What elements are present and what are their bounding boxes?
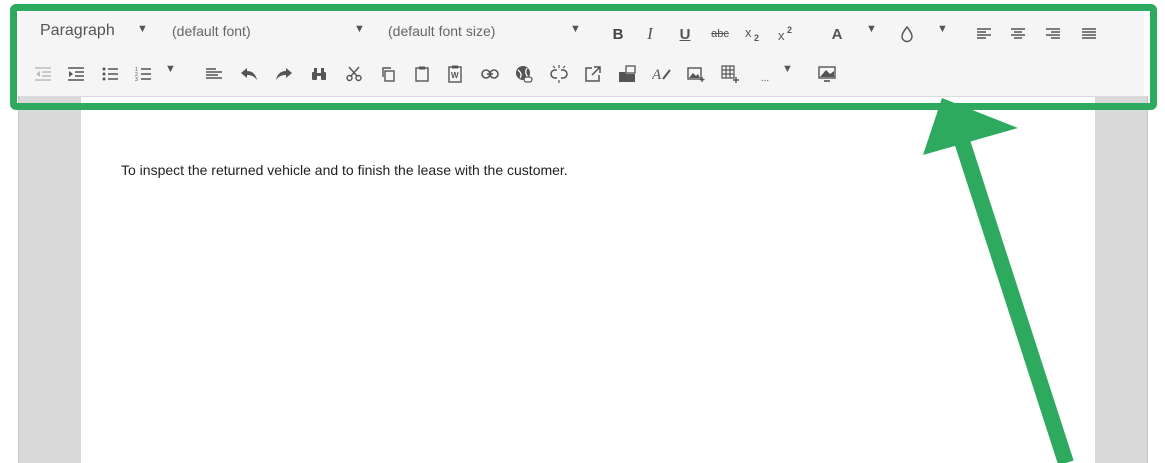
svg-text:x: x [745,25,752,40]
droplet-icon [901,25,913,43]
superscript-button[interactable]: x2 [775,20,799,48]
svg-text:2: 2 [754,33,759,43]
svg-text:2: 2 [787,25,792,35]
spellcheck-button[interactable]: A [651,60,673,88]
more-button[interactable]: ... [756,64,774,92]
copy-icon [382,67,395,82]
cut-button[interactable] [343,60,365,88]
table-icon [721,65,739,83]
numbered-list-button[interactable]: 123 [132,60,154,88]
paragraph-align-button[interactable] [203,60,225,88]
preview-icon [818,66,836,82]
link-icon [481,69,499,79]
paste-from-word-button[interactable]: W [444,60,466,88]
align-icon [206,68,222,79]
editor-toolbar: Paragraph ▼ (default font) ▼ (default fo… [20,12,1144,97]
undo-icon [241,68,257,80]
strikethrough-button[interactable]: abc [708,20,732,48]
cut-icon [346,66,362,82]
italic-button[interactable]: I [640,20,660,48]
find-button[interactable] [308,60,330,88]
block-format-select[interactable]: Paragraph [40,22,115,40]
insert-link-button[interactable] [479,60,501,88]
editor-page[interactable]: To inspect the returned vehicle and to f… [81,96,1095,463]
bullet-list-icon [102,67,118,81]
open-link-button[interactable] [582,60,604,88]
font-size-select[interactable]: (default font size) [388,23,495,39]
align-left-button[interactable] [973,20,995,48]
chevron-down-icon[interactable]: ▼ [782,63,793,75]
align-center-icon [1011,28,1025,39]
align-right-button[interactable] [1042,20,1064,48]
unlink-icon [550,65,568,83]
svg-text:A: A [652,67,662,83]
find-icon [312,68,326,80]
external-link-icon [585,66,601,82]
svg-text:x: x [778,28,785,43]
svg-text:W: W [451,71,459,80]
font-family-select[interactable]: (default font) [172,23,251,39]
align-left-icon [977,28,991,39]
file-manager-button[interactable] [616,60,638,88]
insert-web-link-button[interactable] [513,60,535,88]
paste-icon [415,66,429,82]
undo-button[interactable] [238,60,260,88]
toolbar-row-actions: 123 ▼ W A ... ▼ [20,54,1144,94]
superscript-icon: x2 [778,25,792,43]
insert-table-button[interactable] [719,60,741,88]
link-globe-icon [516,66,533,83]
paste-word-icon: W [448,65,462,83]
chevron-down-icon[interactable]: ▼ [165,63,176,75]
chevron-down-icon[interactable]: ▼ [570,23,581,35]
editor-screenshot: To inspect the returned vehicle and to f… [0,0,1165,463]
chevron-down-icon[interactable]: ▼ [866,23,877,35]
svg-text:3: 3 [135,77,138,82]
outdent-button[interactable] [32,60,54,88]
chevron-down-icon[interactable]: ▼ [354,23,365,35]
editor-canvas: To inspect the returned vehicle and to f… [18,96,1148,463]
subscript-icon: x2 [745,25,759,43]
bullet-list-button[interactable] [99,60,121,88]
outdent-icon [35,67,51,81]
copy-button[interactable] [377,60,399,88]
chevron-down-icon[interactable]: ▼ [137,23,148,35]
subscript-button[interactable]: x2 [742,20,766,48]
chevron-down-icon[interactable]: ▼ [937,23,948,35]
align-justify-icon [1082,28,1096,39]
file-manager-icon [619,65,636,82]
editor-content-text[interactable]: To inspect the returned vehicle and to f… [121,162,568,178]
unlink-button[interactable] [548,60,570,88]
font-color-button[interactable]: A [828,20,846,48]
indent-button[interactable] [65,60,87,88]
redo-icon [276,68,292,80]
align-justify-button[interactable] [1078,20,1100,48]
toolbar-row-formatting: Paragraph ▼ (default font) ▼ (default fo… [20,14,1144,54]
preview-button[interactable] [816,60,838,88]
insert-image-button[interactable] [685,60,707,88]
align-center-button[interactable] [1007,20,1029,48]
underline-button[interactable]: U [675,20,695,48]
numbered-list-icon: 123 [135,67,151,82]
align-right-icon [1046,28,1060,39]
redo-button[interactable] [273,60,295,88]
bold-button[interactable]: B [608,20,628,48]
spellcheck-icon: A [652,67,671,83]
background-color-button[interactable] [896,20,918,48]
image-icon [687,67,705,82]
indent-icon [68,67,84,81]
paste-button[interactable] [411,60,433,88]
